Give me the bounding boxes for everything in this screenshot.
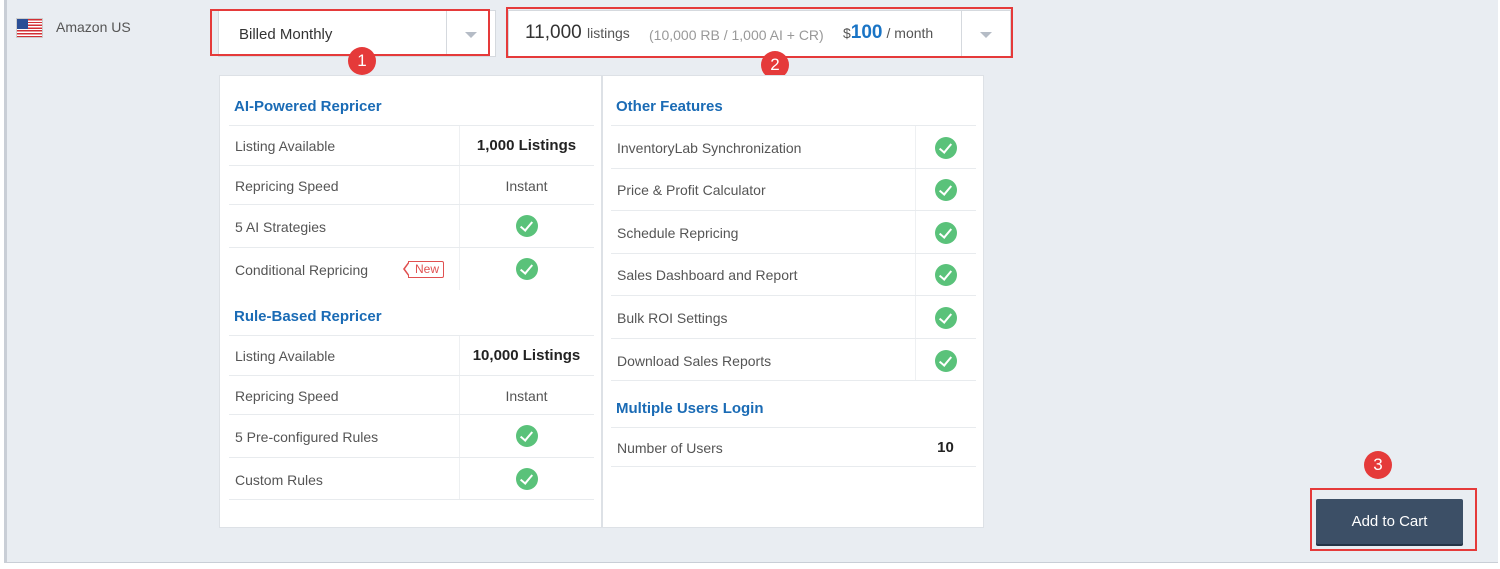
new-tag: New — [402, 261, 445, 278]
row-label: 5 AI Strategies — [235, 219, 327, 235]
other-features-card: Other Features InventoryLab Synchronizat… — [602, 75, 984, 528]
table-row: InventoryLab Synchronization — [611, 125, 976, 168]
row-label: 5 Pre-configured Rules — [235, 429, 379, 445]
marketplace-label: Amazon US — [56, 19, 131, 35]
row-label: Download Sales Reports — [617, 353, 772, 369]
check-icon — [516, 215, 538, 237]
row-value: 10 — [937, 439, 954, 456]
row-label: InventoryLab Synchronization — [617, 140, 802, 156]
check-icon — [516, 468, 538, 490]
row-label: Listing Available — [235, 138, 336, 154]
check-icon — [935, 179, 957, 201]
table-row: Custom Rules — [229, 457, 594, 500]
table-row: Price & Profit Calculator — [611, 168, 976, 210]
check-icon — [935, 222, 957, 244]
check-icon — [935, 350, 957, 372]
table-row: Download Sales Reports — [611, 338, 976, 381]
row-label: Sales Dashboard and Report — [617, 267, 798, 283]
row-label: Number of Users — [617, 440, 723, 456]
table-row: Number of Users 10 — [611, 427, 976, 467]
table-row: Bulk ROI Settings — [611, 295, 976, 338]
row-label: Custom Rules — [235, 472, 323, 488]
highlight-box-1 — [210, 9, 490, 56]
row-label: Bulk ROI Settings — [617, 310, 728, 326]
row-value: 1,000 Listings — [476, 137, 577, 154]
check-icon — [935, 307, 957, 329]
table-row: Conditional Repricing New — [229, 247, 594, 290]
ai-repricer-title: AI-Powered Repricer — [234, 98, 382, 115]
rule-repricer-title: Rule-Based Repricer — [234, 308, 382, 325]
row-label: Listing Available — [235, 348, 336, 364]
table-row: 5 Pre-configured Rules — [229, 414, 594, 457]
table-row: Repricing Speed Instant — [229, 375, 594, 414]
other-features-title: Other Features — [616, 98, 723, 115]
row-value: Instant — [505, 388, 548, 404]
table-row: Listing Available 1,000 Listings — [229, 125, 594, 165]
table-row: Sales Dashboard and Report — [611, 253, 976, 295]
row-label: Conditional Repricing — [235, 262, 369, 278]
check-icon — [516, 258, 538, 280]
multi-users-title: Multiple Users Login — [616, 400, 764, 417]
check-icon — [935, 137, 957, 159]
row-value: Instant — [505, 178, 548, 194]
row-value: 10,000 Listings — [472, 347, 581, 364]
table-row: Listing Available 10,000 Listings — [229, 335, 594, 375]
row-label: Repricing Speed — [235, 178, 339, 194]
check-icon — [516, 425, 538, 447]
row-label: Repricing Speed — [235, 388, 339, 404]
highlight-box-2 — [506, 7, 1013, 58]
add-to-cart-button[interactable]: Add to Cart — [1316, 499, 1463, 544]
check-icon — [935, 264, 957, 286]
annotation-badge-3: 3 — [1364, 451, 1392, 479]
us-flag-icon — [17, 19, 42, 37]
row-label: Schedule Repricing — [617, 225, 739, 241]
row-label: Price & Profit Calculator — [617, 182, 766, 198]
table-row: 5 AI Strategies — [229, 204, 594, 247]
table-row: Repricing Speed Instant — [229, 165, 594, 204]
table-row: Schedule Repricing — [611, 210, 976, 253]
repricer-features-card: AI-Powered Repricer Listing Available 1,… — [219, 75, 602, 528]
annotation-badge-1: 1 — [348, 47, 376, 75]
